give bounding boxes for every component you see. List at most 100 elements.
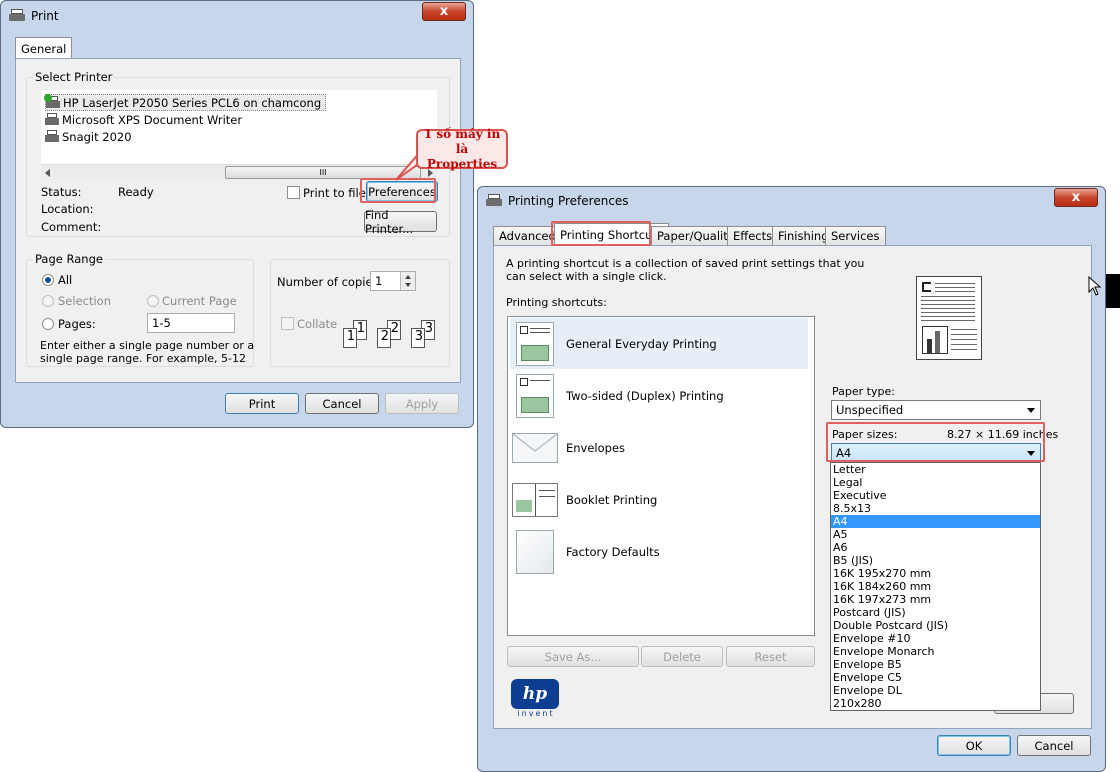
prefs-close-button[interactable]: x: [1054, 188, 1098, 207]
delete-button[interactable]: Delete: [641, 646, 723, 667]
print-dialog: Print x General Select Printer HP LaserJ…: [0, 0, 474, 428]
black-edge-block: [1106, 274, 1120, 308]
paper-size-option[interactable]: Executive: [831, 489, 1040, 502]
paper-size-option[interactable]: 210x280: [831, 697, 1040, 710]
paper-size-option[interactable]: A4: [831, 515, 1040, 528]
prefs-cancel-button[interactable]: Cancel: [1017, 735, 1091, 756]
paper-size-option[interactable]: Legal: [831, 476, 1040, 489]
spin-down-icon[interactable]: [405, 283, 411, 287]
copies-input[interactable]: 1: [370, 271, 416, 291]
close-icon: x: [439, 4, 449, 19]
callout-line-1: 1 số máy in là: [423, 126, 501, 156]
paper-size-option[interactable]: Envelope Monarch: [831, 645, 1040, 658]
ok-button-label: OK: [965, 738, 983, 753]
status-label: Status:: [41, 185, 82, 199]
ok-button[interactable]: OK: [937, 735, 1011, 756]
collate-checkbox[interactable]: [281, 317, 294, 330]
paper-size-option[interactable]: 16K 195x270 mm: [831, 567, 1040, 580]
paper-size-option[interactable]: A5: [831, 528, 1040, 541]
range-all-radio[interactable]: [42, 274, 54, 286]
duplex-document-icon: [516, 373, 554, 418]
tab-effects-label: Effects: [733, 229, 773, 243]
shortcut-two-sided[interactable]: Two-sided (Duplex) Printing: [510, 370, 808, 421]
tab-effects[interactable]: Effects: [727, 226, 779, 245]
range-all-label: All: [58, 273, 73, 287]
save-as-button[interactable]: Save As...: [507, 646, 639, 667]
preview-chart-icon: [922, 326, 948, 354]
tab-services[interactable]: Services: [825, 226, 886, 245]
tab-advanced-label: Advanced: [499, 229, 556, 243]
comment-label: Comment:: [41, 220, 102, 234]
range-pages-radio[interactable]: [42, 318, 54, 330]
paper-size-option[interactable]: 8.5x13: [831, 502, 1040, 515]
paper-size-option[interactable]: Envelope B5: [831, 658, 1040, 671]
shortcut-general-everyday[interactable]: General Everyday Printing: [510, 318, 808, 369]
shortcut-label: Envelopes: [566, 440, 626, 455]
paper-sizes-highlight: [826, 422, 1045, 462]
print-to-file-checkbox[interactable]: [287, 186, 300, 199]
apply-button[interactable]: Apply: [385, 393, 459, 414]
general-tab-panel: Select Printer HP LaserJet P2050 Series …: [15, 58, 461, 383]
blank-page-icon: [516, 529, 554, 574]
shortcut-label: Two-sided (Duplex) Printing: [566, 388, 724, 403]
paper-type-label: Paper type:: [832, 385, 895, 398]
range-selection-radio[interactable]: [42, 295, 54, 307]
paper-size-dropdown-list[interactable]: Letter Legal Executive 8.5x13 A4 A5 A6 B5 (JIS)…: [830, 462, 1041, 711]
printer-item-snagit[interactable]: Snagit 2020: [45, 128, 132, 145]
paper-size-option[interactable]: Double Postcard (JIS): [831, 619, 1040, 632]
print-button-label: Print: [248, 396, 276, 411]
cancel-button[interactable]: Cancel: [305, 393, 379, 414]
tab-general-label: General: [21, 41, 67, 56]
printer-name: Microsoft XPS Document Writer: [62, 112, 243, 127]
spin-up-icon[interactable]: [405, 275, 411, 279]
collate-page: 2: [377, 328, 391, 348]
find-printer-button[interactable]: Find Printer...: [364, 208, 437, 236]
shortcut-envelopes[interactable]: Envelopes: [510, 422, 808, 473]
printer-icon: [45, 113, 59, 126]
range-current-page-radio[interactable]: [147, 295, 159, 307]
print-close-button[interactable]: x: [422, 2, 466, 21]
scroll-left-icon[interactable]: [45, 169, 50, 177]
paper-size-option[interactable]: Letter: [831, 463, 1040, 476]
pages-input-value: 1-5: [152, 316, 171, 330]
printer-icon: [9, 9, 25, 23]
print-button[interactable]: Print: [225, 393, 299, 414]
preview-e-icon: [922, 282, 931, 292]
paper-size-option[interactable]: 16K 197x273 mm: [831, 593, 1040, 606]
tab-general[interactable]: General: [15, 37, 73, 59]
paper-size-option[interactable]: Postcard (JIS): [831, 606, 1040, 619]
status-value: Ready: [118, 185, 154, 199]
shortcuts-label: Printing shortcuts:: [506, 296, 607, 309]
prefs-titlebar[interactable]: Printing Preferences: [478, 187, 1105, 215]
copies-input-value: 1: [375, 274, 383, 288]
copies-spinner[interactable]: [400, 272, 415, 290]
paper-size-option[interactable]: B5 (JIS): [831, 554, 1040, 567]
paper-size-option[interactable]: Envelope C5: [831, 671, 1040, 684]
printer-item-xps[interactable]: Microsoft XPS Document Writer: [45, 111, 242, 128]
paper-size-option[interactable]: Envelope #10: [831, 632, 1040, 645]
shortcut-factory-defaults[interactable]: Factory Defaults: [510, 526, 808, 577]
print-dialog-titlebar[interactable]: Print: [1, 1, 473, 31]
apply-button-label: Apply: [405, 396, 439, 411]
paper-size-option[interactable]: 16K 184x260 mm: [831, 580, 1040, 593]
range-hint: Enter either a single page number or a s…: [40, 339, 255, 365]
shortcut-label: General Everyday Printing: [566, 336, 717, 351]
shortcut-booklet[interactable]: Booklet Printing: [510, 474, 808, 525]
printer-item-hp[interactable]: HP LaserJet P2050 Series PCL6 on chamcon…: [44, 94, 327, 111]
collate-page: 1: [343, 328, 357, 348]
printer-list[interactable]: HP LaserJet P2050 Series PCL6 on chamcon…: [41, 90, 437, 180]
range-selection-label: Selection: [58, 294, 111, 308]
reset-button[interactable]: Reset: [726, 646, 815, 667]
envelope-icon: [512, 432, 558, 463]
paper-size-option[interactable]: A6: [831, 541, 1040, 554]
copies-group: Number of copies: 1 Collate 1 1 2 2 3 3: [270, 259, 450, 367]
tab-paper-quality-label: Paper/Quality: [657, 229, 735, 243]
copies-label: Number of copies:: [277, 275, 383, 289]
save-as-button-label: Save As...: [544, 649, 602, 664]
paper-type-select[interactable]: Unspecified: [831, 400, 1041, 420]
printer-icon: [44, 94, 60, 109]
pages-input[interactable]: 1-5: [147, 313, 235, 333]
paper-size-option[interactable]: Envelope DL: [831, 684, 1040, 697]
printer-icon: [45, 130, 59, 143]
shortcuts-list[interactable]: General Everyday Printing Two-sided (Dup…: [507, 316, 815, 636]
